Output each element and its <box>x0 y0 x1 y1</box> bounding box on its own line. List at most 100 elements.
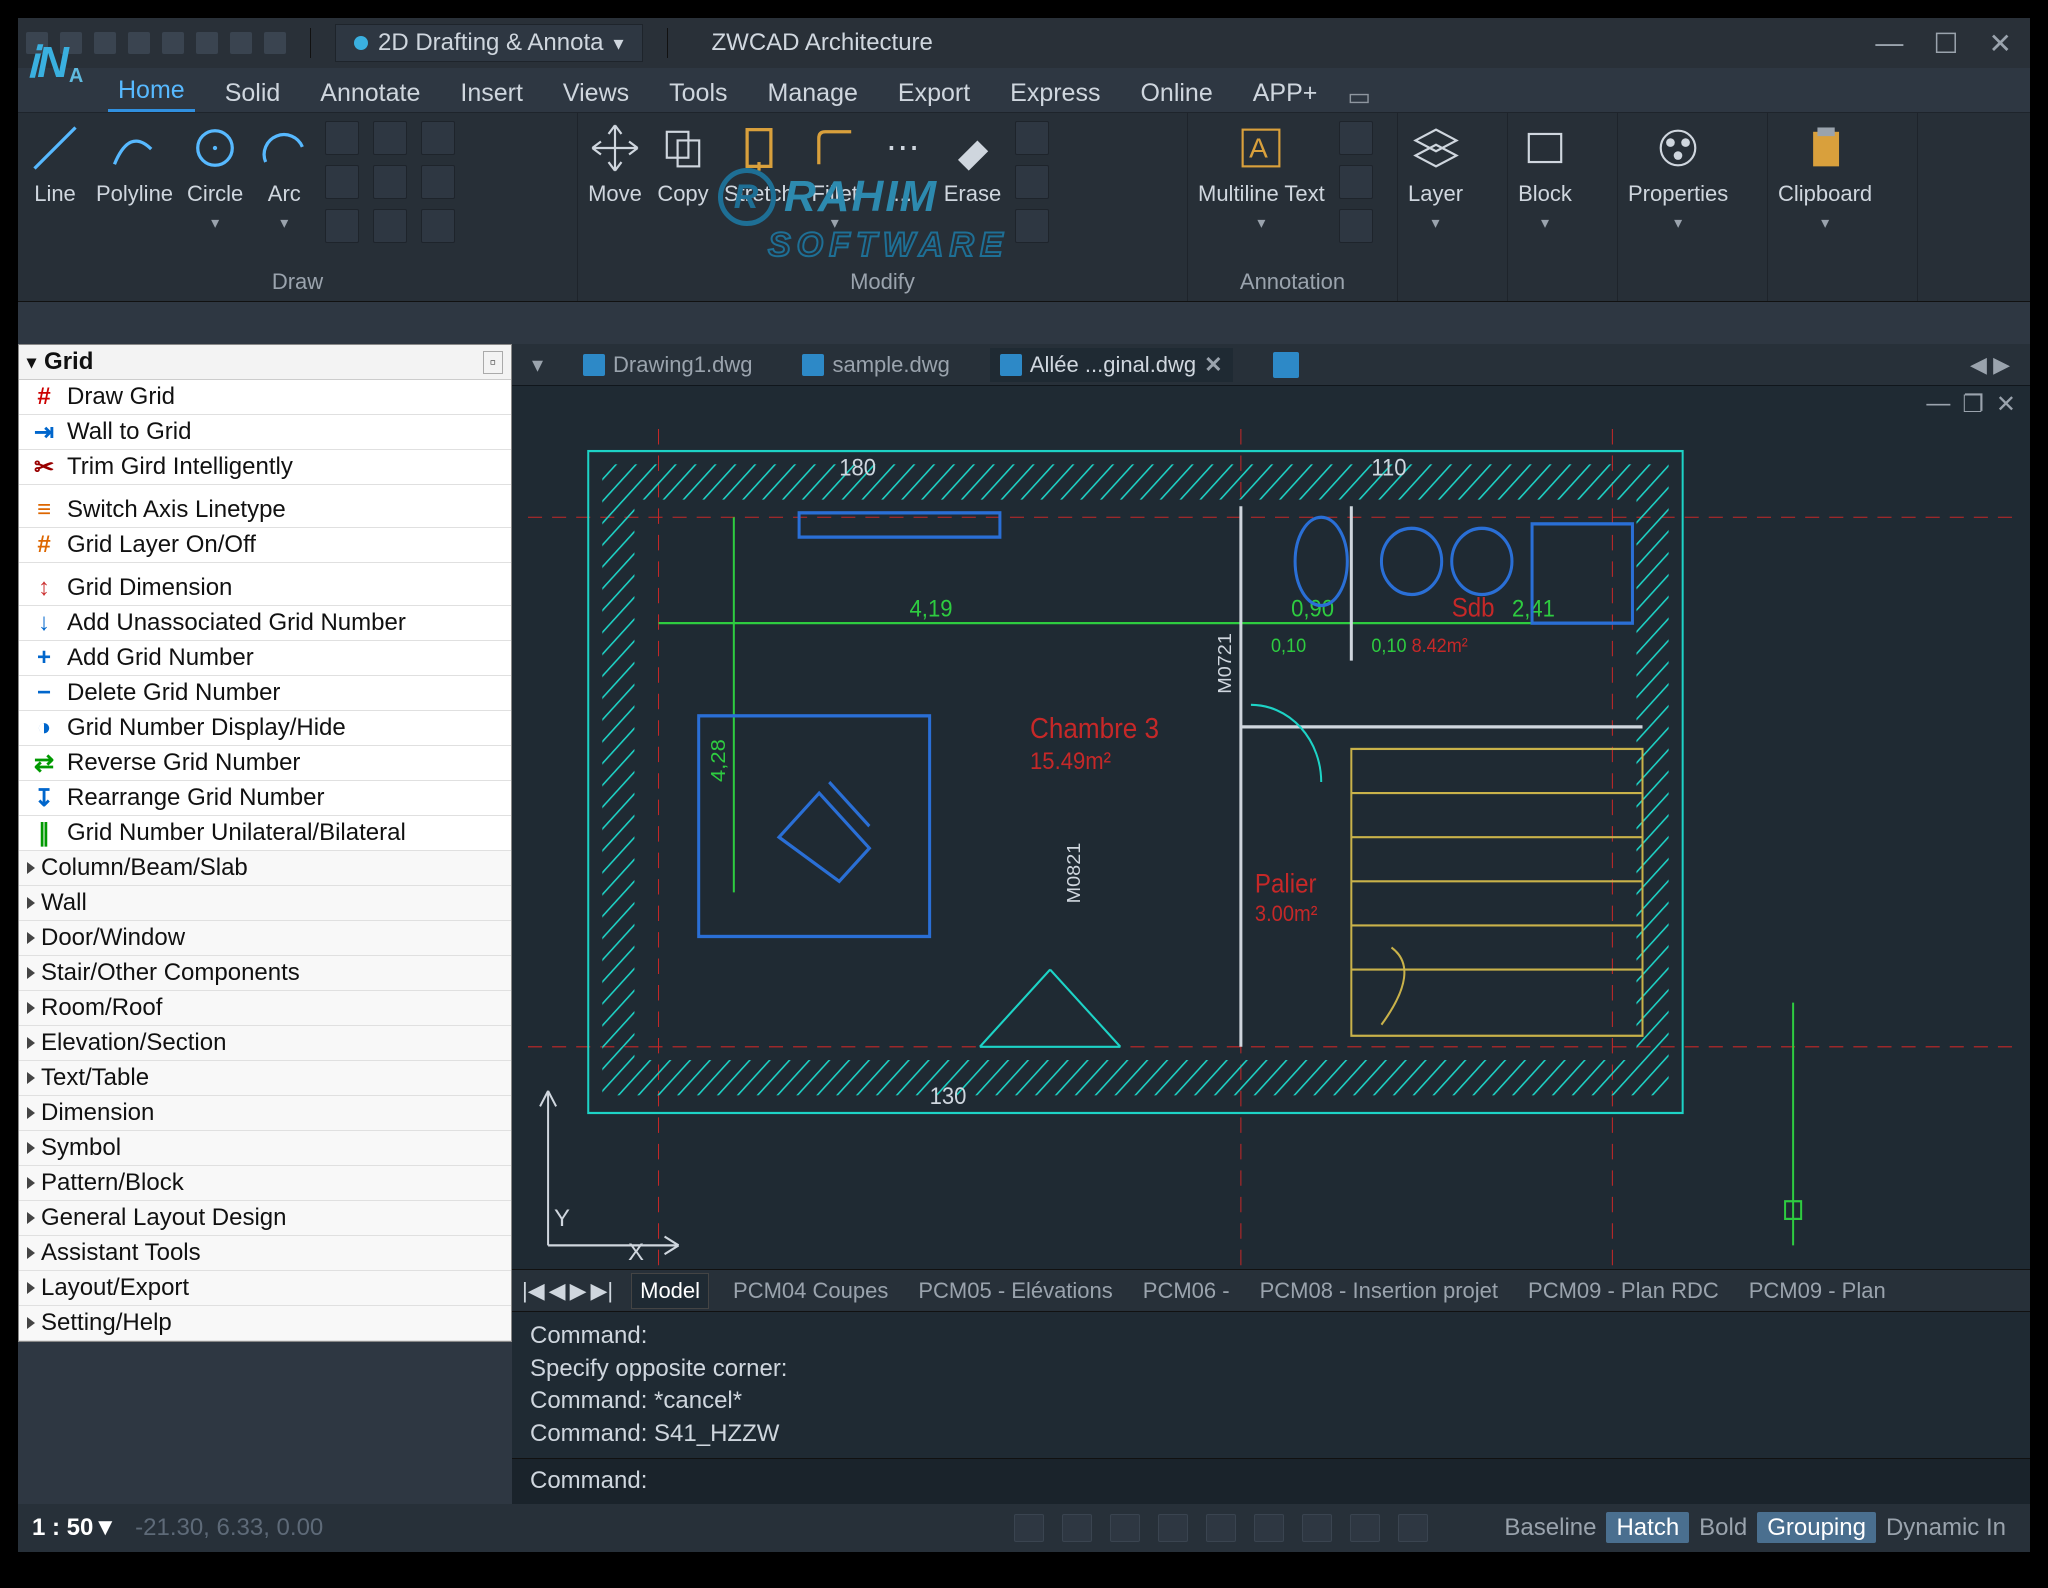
palette-category[interactable]: Wall <box>19 886 511 921</box>
qat-print-icon[interactable] <box>162 32 184 54</box>
palette-item[interactable]: #Draw Grid <box>19 380 511 415</box>
polyline-tool[interactable]: Polyline <box>96 121 173 207</box>
draw-mini-5[interactable] <box>373 165 407 199</box>
status-btn-4[interactable] <box>1158 1514 1188 1542</box>
qat-undo-icon[interactable] <box>196 32 218 54</box>
anno-mini-3[interactable] <box>1339 209 1373 243</box>
palette-item[interactable]: ≡Switch Axis Linetype <box>19 493 511 528</box>
ribbon-tab-insert[interactable]: Insert <box>450 75 533 112</box>
palette-category[interactable]: Pattern/Block <box>19 1166 511 1201</box>
ribbon-tab-tools[interactable]: Tools <box>659 75 737 112</box>
draw-mini-4[interactable] <box>373 121 407 155</box>
ribbon-tab-express[interactable]: Express <box>1000 75 1110 112</box>
palette-item[interactable]: ◑Grid Number Display/Hide <box>19 711 511 746</box>
status-btn-3[interactable] <box>1110 1514 1140 1542</box>
document-tab[interactable]: Drawing1.dwg <box>573 348 762 382</box>
layout-nav[interactable]: ▶ <box>570 1278 587 1304</box>
qat-redo-icon[interactable] <box>230 32 252 54</box>
circle-tool[interactable]: Circle▾ <box>187 121 243 233</box>
ribbon-tab-app+[interactable]: APP+ <box>1243 75 1328 112</box>
palette-item[interactable]: ✂Trim Gird Intelligently <box>19 450 511 485</box>
status-btn-5[interactable] <box>1206 1514 1236 1542</box>
anno-mini-1[interactable] <box>1339 121 1373 155</box>
palette-category[interactable]: Assistant Tools <box>19 1236 511 1271</box>
draw-mini-8[interactable] <box>421 165 455 199</box>
layer-tool[interactable]: Layer▾ <box>1408 121 1463 233</box>
multiline-text-tool[interactable]: AMultiline Text▾ <box>1198 121 1325 233</box>
palette-item[interactable]: ⇥Wall to Grid <box>19 415 511 450</box>
status-scale[interactable]: 1 : 50▼ <box>32 1514 117 1542</box>
palette-item[interactable]: ⇄Reverse Grid Number <box>19 746 511 781</box>
ribbon-tab-export[interactable]: Export <box>888 75 980 112</box>
maximize-button[interactable]: ☐ <box>1933 27 1958 60</box>
modify-mini-3[interactable] <box>1015 209 1049 243</box>
palette-category[interactable]: Setting/Help <box>19 1306 511 1341</box>
palette-category[interactable]: General Layout Design <box>19 1201 511 1236</box>
layout-tab[interactable]: PCM08 - Insertion projet <box>1254 1274 1504 1308</box>
qat-save-icon[interactable] <box>94 32 116 54</box>
pin-icon[interactable]: ▫ <box>483 351 503 374</box>
status-btn-9[interactable] <box>1398 1514 1428 1542</box>
properties-tool[interactable]: Properties▾ <box>1628 121 1728 233</box>
modify-more[interactable]: ⋯... <box>876 121 930 207</box>
layout-tab[interactable]: PCM06 - <box>1137 1274 1236 1308</box>
palette-item[interactable]: +Add Grid Number <box>19 641 511 676</box>
palette-item[interactable]: ↧Rearrange Grid Number <box>19 781 511 816</box>
new-document-button[interactable] <box>1273 352 1299 378</box>
qat-more-icon[interactable] <box>264 32 286 54</box>
draw-mini-9[interactable] <box>421 209 455 243</box>
ribbon-tab-views[interactable]: Views <box>553 75 639 112</box>
layout-tab[interactable]: PCM04 Coupes <box>727 1274 894 1308</box>
palette-item[interactable]: ↕Grid Dimension <box>19 571 511 606</box>
palette-category[interactable]: Room/Roof <box>19 991 511 1026</box>
palette-item[interactable]: #Grid Layer On/Off <box>19 528 511 563</box>
palette-category[interactable]: Symbol <box>19 1131 511 1166</box>
qat-saveas-icon[interactable] <box>128 32 150 54</box>
modify-mini-2[interactable] <box>1015 165 1049 199</box>
modify-mini-1[interactable] <box>1015 121 1049 155</box>
status-mode-baseline[interactable]: Baseline <box>1494 1512 1606 1543</box>
status-mode-bold[interactable]: Bold <box>1689 1512 1757 1543</box>
status-mode-dynamic in[interactable]: Dynamic In <box>1876 1512 2016 1543</box>
close-icon[interactable]: ✕ <box>1204 352 1222 378</box>
ribbon-tab-overflow[interactable]: ▭ <box>1347 82 1371 112</box>
palette-category[interactable]: Layout/Export <box>19 1271 511 1306</box>
ribbon-tab-manage[interactable]: Manage <box>758 75 868 112</box>
draw-mini-6[interactable] <box>373 209 407 243</box>
layout-nav[interactable]: ▶| <box>590 1278 613 1304</box>
palette-category[interactable]: Stair/Other Components <box>19 956 511 991</box>
status-btn-7[interactable] <box>1302 1514 1332 1542</box>
arc-tool[interactable]: Arc▾ <box>257 121 311 233</box>
workspace-selector[interactable]: 2D Drafting & Annota ▾ <box>335 24 643 62</box>
drawing-canvas[interactable]: 180 110 130 4,19 0,90 2,41 0,10 0,10 4,2… <box>528 429 2014 1267</box>
layout-tab[interactable]: PCM09 - Plan <box>1743 1274 1892 1308</box>
ribbon-tab-annotate[interactable]: Annotate <box>310 75 430 112</box>
status-btn-6[interactable] <box>1254 1514 1284 1542</box>
doc-tab-scroll[interactable]: ◀ ▶ <box>1970 352 2010 378</box>
palette-category[interactable]: Elevation/Section <box>19 1026 511 1061</box>
document-tab[interactable]: Allée ...ginal.dwg ✕ <box>990 348 1233 382</box>
palette-item[interactable]: ↓Add Unassociated Grid Number <box>19 606 511 641</box>
command-line[interactable]: Command: <box>512 1458 2030 1504</box>
palette-category[interactable]: Door/Window <box>19 921 511 956</box>
draw-mini-3[interactable] <box>325 209 359 243</box>
clipboard-tool[interactable]: Clipboard▾ <box>1778 121 1872 233</box>
ribbon-tab-online[interactable]: Online <box>1130 75 1222 112</box>
status-mode-grouping[interactable]: Grouping <box>1757 1512 1876 1543</box>
document-tab[interactable]: sample.dwg <box>792 348 959 382</box>
draw-mini-2[interactable] <box>325 165 359 199</box>
status-btn-8[interactable] <box>1350 1514 1380 1542</box>
palette-category[interactable]: Text/Table <box>19 1061 511 1096</box>
layout-nav[interactable]: ◀ <box>549 1278 566 1304</box>
palette-item[interactable]: ∥Grid Number Unilateral/Bilateral <box>19 816 511 851</box>
doc-minimize-button[interactable]: — <box>1926 390 1950 419</box>
doc-restore-button[interactable]: ❐ <box>1962 390 1984 419</box>
layout-nav[interactable]: |◀ <box>522 1278 545 1304</box>
status-mode-hatch[interactable]: Hatch <box>1606 1512 1689 1543</box>
doc-close-button[interactable]: ✕ <box>1996 390 2016 419</box>
palette-header[interactable]: ▾ Grid ▫ <box>19 345 511 380</box>
anno-mini-2[interactable] <box>1339 165 1373 199</box>
line-tool[interactable]: Line <box>28 121 82 207</box>
ribbon-tab-solid[interactable]: Solid <box>215 75 291 112</box>
ribbon-tab-home[interactable]: Home <box>108 72 195 112</box>
